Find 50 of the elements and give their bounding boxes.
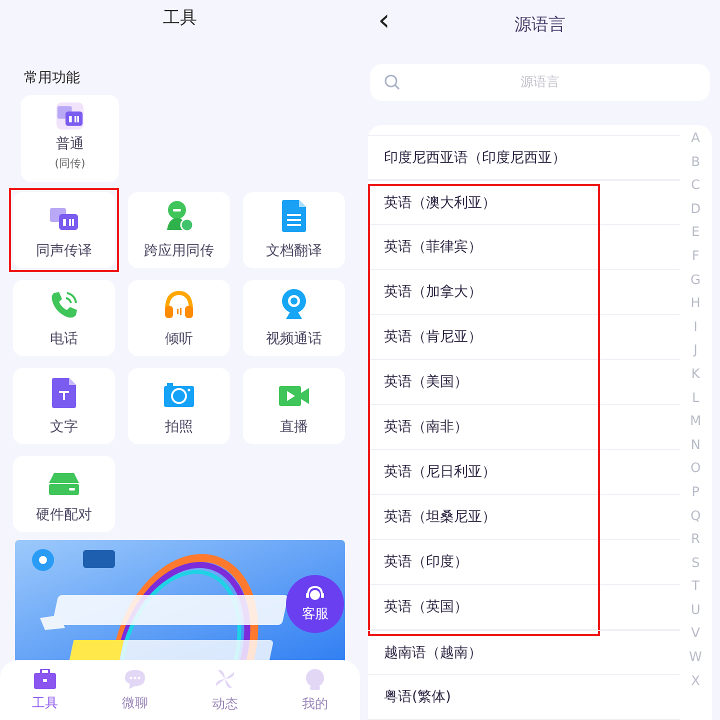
tool-card[interactable]: 拍照: [128, 368, 230, 444]
document-icon: [281, 200, 307, 232]
language-item[interactable]: 印度尼西亚语（印度尼西亚）: [368, 135, 680, 180]
hard-drive-icon: [48, 472, 80, 496]
nav-tab[interactable]: 工具: [32, 668, 58, 712]
video-camera-icon: [278, 384, 310, 408]
tool-card[interactable]: 普通 (同传): [21, 95, 119, 182]
language-item[interactable]: 越南语（越南）: [368, 630, 680, 675]
nav-tab[interactable]: 动态: [212, 668, 238, 712]
language-item[interactable]: 英语（南非）: [368, 405, 680, 450]
screen-title: 源语言: [514, 14, 566, 36]
webcam-icon: [280, 288, 308, 320]
language-item[interactable]: 英语（坦桑尼亚）: [368, 495, 680, 540]
chat-bubble-icon: [124, 668, 146, 688]
translate-icon: [56, 104, 84, 128]
tool-card[interactable]: 跨应用同传: [128, 192, 230, 268]
text-document-icon: [51, 378, 77, 408]
language-item[interactable]: 粤语(繁体): [368, 675, 680, 720]
phone-icon: [49, 290, 79, 320]
headset-icon: [305, 585, 325, 603]
language-item[interactable]: 英语（肯尼亚）: [368, 315, 680, 360]
headphones-icon: [164, 290, 194, 320]
translate-icon: [49, 206, 79, 232]
nav-tab[interactable]: 我的: [302, 668, 328, 712]
pinwheel-icon: [214, 668, 236, 690]
camera-icon: [163, 382, 195, 408]
tool-card[interactable]: 同声传译: [13, 192, 115, 268]
search-icon: [384, 74, 400, 90]
person-phone-icon: [164, 200, 194, 232]
tool-card[interactable]: 硬件配对: [13, 456, 115, 532]
tool-card[interactable]: 视频通话: [243, 280, 345, 356]
back-button[interactable]: ‹: [372, 6, 396, 36]
language-item[interactable]: 英语（菲律宾）: [368, 225, 680, 270]
tool-card[interactable]: 倾听: [128, 280, 230, 356]
screen-title: 工具: [162, 7, 198, 30]
section-title: 常用功能: [24, 69, 80, 87]
language-item[interactable]: 英语（加拿大）: [368, 270, 680, 315]
language-item[interactable]: 英语（印度）: [368, 540, 680, 585]
tool-card[interactable]: 电话: [13, 280, 115, 356]
tool-card[interactable]: 文字: [13, 368, 115, 444]
nav-tab[interactable]: 微聊: [122, 668, 148, 712]
language-item[interactable]: 英语（美国）: [368, 360, 680, 405]
tool-card[interactable]: 直播: [243, 368, 345, 444]
toolbox-icon: [34, 668, 56, 688]
language-item[interactable]: 英语（英国）: [368, 585, 680, 630]
profile-icon: [304, 668, 326, 690]
language-item[interactable]: 英语（尼日利亚）: [368, 450, 680, 495]
language-item[interactable]: 英语（澳大利亚）: [368, 180, 680, 225]
tool-card[interactable]: 文档翻译: [243, 192, 345, 268]
search-field[interactable]: 源语言: [370, 64, 710, 101]
